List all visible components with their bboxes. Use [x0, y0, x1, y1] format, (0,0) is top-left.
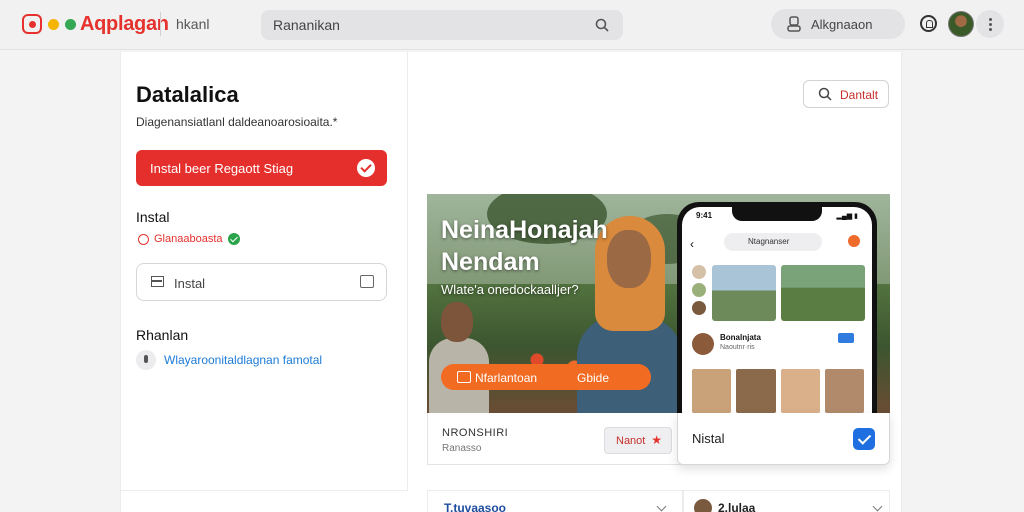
microphone-icon	[136, 350, 156, 370]
search-button[interactable]: Dantalt	[803, 80, 889, 108]
avatar	[694, 499, 712, 512]
heart-icon	[848, 235, 860, 247]
phone-search-text: Ntagnanser	[748, 237, 790, 246]
phone-list-item: Bonalnjata Naoutnr·ris	[692, 331, 864, 359]
phone-photo-grid	[692, 369, 864, 413]
back-chevron-icon: ‹	[690, 237, 694, 251]
search-icon	[818, 87, 832, 101]
favorite-button-label: Nanot	[616, 435, 646, 447]
checkbox-checked-icon[interactable]	[853, 428, 875, 450]
install-option-popup[interactable]: Nistal	[677, 413, 890, 465]
search-button-label: Dantalt	[840, 88, 879, 102]
chevron-down-icon[interactable]	[872, 501, 883, 512]
avatar	[692, 333, 714, 355]
success-check-icon	[227, 233, 240, 245]
external-link-icon[interactable]	[360, 275, 374, 288]
card-title: NRONSHIRI	[442, 427, 509, 439]
user-icon	[787, 16, 801, 32]
account-button[interactable]: Alkgnaaon	[771, 9, 905, 39]
page-subtitle: Diagenansiatlanl daldeanoarosioaita.*	[136, 115, 338, 129]
hero-banner[interactable]: NeinaHonajah Nendam Wlate'a onedockaallj…	[427, 194, 890, 413]
help-link[interactable]: Wlayaroonitaldlagnan famotal	[164, 353, 322, 367]
account-label: Alkgnaaon	[811, 17, 873, 32]
window-maximize-icon[interactable]	[65, 18, 76, 30]
phone-search: Ntagnanser	[724, 233, 822, 251]
divider	[160, 12, 161, 36]
window-icon	[151, 276, 164, 287]
chevron-down-icon[interactable]	[656, 501, 667, 512]
install-field-label: Instal	[174, 276, 206, 291]
phone-photo	[781, 265, 865, 321]
help-link-row[interactable]: Wlayaroonitaldlagnan famotal	[136, 350, 322, 370]
hero-action-bar[interactable]: Nfarlantoan Gbide	[441, 364, 651, 390]
phone-side-thumbnails	[692, 265, 708, 319]
hero-action-label: Nfarlantoan	[475, 371, 538, 385]
phone-badge	[838, 333, 854, 343]
card-subtitle: Ranasso	[442, 443, 482, 454]
list-item-label: 2.lulaa	[718, 501, 756, 512]
hero-footer-card: NRONSHIRI Ranasso Nanot ★	[427, 413, 685, 465]
install-status: Glanaaboasta	[138, 233, 240, 245]
search-input[interactable]: Rananikan	[273, 17, 340, 33]
phone-photo	[712, 265, 776, 321]
left-panel: Datalalica Diagenansiatlanl daldeanoaros…	[121, 52, 408, 490]
install-status-text: Glanaaboasta	[154, 233, 223, 245]
status-ring-icon	[138, 233, 149, 245]
phone-signal-icon: ▂▄▆ ▮	[836, 213, 858, 220]
more-options-icon[interactable]	[976, 10, 1004, 38]
phone-screen: 9:41 ▂▄▆ ▮ ‹ Ntagnanser Bonalnjata Naout…	[682, 207, 872, 413]
top-bar: Aqplagan hkanl Rananikan Alkgnaaon	[0, 0, 1024, 50]
install-field[interactable]: Instal	[136, 263, 387, 301]
notification-icon[interactable]	[920, 15, 937, 32]
app-logo-icon[interactable]	[22, 14, 42, 34]
phone-mockup: 9:41 ▂▄▆ ▮ ‹ Ntagnanser Bonalnjata Naout…	[677, 202, 877, 413]
install-cta-button[interactable]: Instal beer Regaott Stiag	[136, 150, 387, 186]
star-icon: ★	[651, 433, 662, 447]
page-content: Datalalica Diagenansiatlanl daldeanoaros…	[120, 52, 902, 512]
left-footer	[121, 490, 408, 512]
user-avatar[interactable]	[948, 11, 974, 37]
install-heading: Instal	[136, 209, 170, 225]
window-minimize-icon[interactable]	[48, 18, 59, 30]
install-cta-label: Instal beer Regaott Stiag	[150, 161, 294, 176]
phone-notch	[732, 207, 822, 221]
hero-title: NeinaHonajah Nendam	[441, 216, 608, 276]
search-icon[interactable]	[595, 18, 609, 32]
favorite-button[interactable]: Nanot ★	[604, 427, 672, 454]
page-title: Datalalica	[136, 82, 239, 107]
hero-subtitle: Wlate'a onedockaalljer?	[441, 282, 579, 297]
check-icon	[357, 159, 375, 177]
app-brand[interactable]: Aqplagan	[80, 13, 169, 36]
popup-label: Nistal	[692, 431, 725, 446]
phone-time: 9:41	[696, 211, 713, 220]
list-item[interactable]: T.tuvaasoo	[427, 491, 683, 512]
breadcrumb[interactable]: hkanl	[176, 16, 209, 32]
phone-row-title: Bonalnjata	[720, 333, 761, 342]
window-controls	[22, 14, 76, 34]
calendar-icon	[457, 371, 471, 383]
search-bar[interactable]: Rananikan	[261, 10, 623, 40]
phone-row-sub: Naoutnr·ris	[720, 344, 755, 351]
bottom-list: T.tuvaasoo 2.lulaa	[427, 490, 890, 512]
more-heading: Rhanlan	[136, 327, 189, 343]
list-item[interactable]: 2.lulaa	[683, 491, 890, 512]
hero-guide-label[interactable]: Gbide	[577, 371, 609, 385]
list-item-label: T.tuvaasoo	[444, 501, 507, 512]
hero-person-man	[427, 302, 491, 413]
